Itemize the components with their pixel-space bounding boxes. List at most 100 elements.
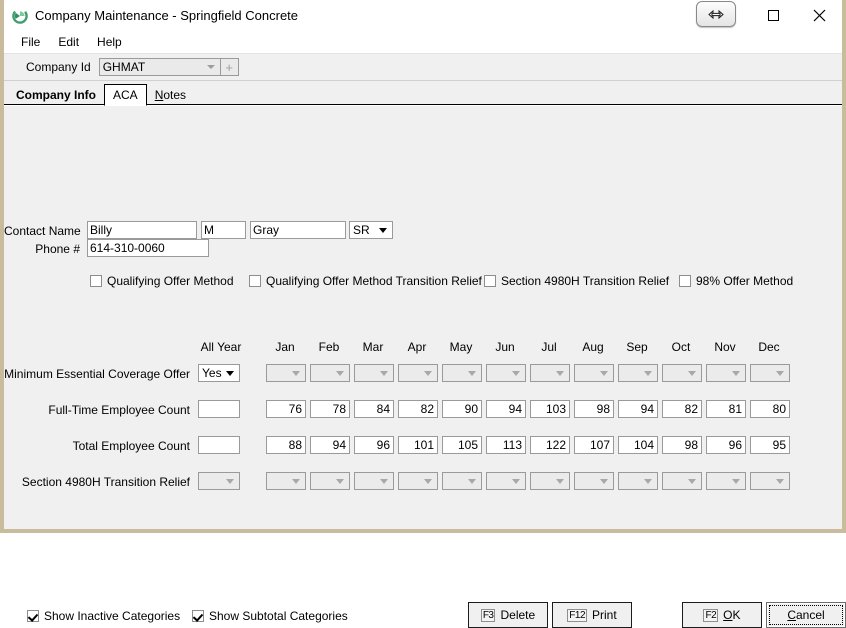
tot-all-year-input[interactable] bbox=[198, 436, 240, 454]
checkbox-box bbox=[90, 275, 102, 287]
tot-apr-input[interactable]: 101 bbox=[398, 436, 438, 454]
phone-input[interactable]: 614-310-0060 bbox=[87, 239, 209, 257]
chevron-down-icon bbox=[732, 479, 740, 484]
mec-jul-combo[interactable] bbox=[530, 364, 570, 382]
chevron-down-icon bbox=[688, 479, 696, 484]
chevron-down-icon bbox=[776, 479, 784, 484]
mec-feb-combo[interactable] bbox=[310, 364, 350, 382]
ft-jun-input[interactable]: 94 bbox=[486, 400, 526, 418]
delete-button[interactable]: F3 Delete bbox=[468, 602, 548, 628]
s4980h-sep-combo[interactable] bbox=[618, 472, 658, 490]
s4980h-all-year-combo[interactable] bbox=[198, 472, 240, 490]
tab-company-info[interactable]: Company Info bbox=[8, 84, 104, 105]
tot-aug-input[interactable]: 107 bbox=[574, 436, 614, 454]
contact-first-name-input[interactable]: Billy bbox=[87, 221, 197, 239]
mec-all-year-combo[interactable]: Yes bbox=[198, 364, 240, 382]
contact-suffix-value: SR bbox=[353, 223, 370, 237]
chevron-down-icon bbox=[380, 479, 388, 484]
tot-dec-input[interactable]: 95 bbox=[750, 436, 790, 454]
checkbox-show-inactive-categories[interactable]: Show Inactive Categories bbox=[27, 609, 180, 623]
s4980h-jan-combo[interactable] bbox=[266, 472, 306, 490]
chevron-down-icon bbox=[380, 371, 388, 376]
s4980h-dec-combo[interactable] bbox=[750, 472, 790, 490]
tot-oct-input[interactable]: 98 bbox=[662, 436, 702, 454]
checkbox-qualifying-offer-method-transition-relief[interactable]: Qualifying Offer Method Transition Relie… bbox=[249, 274, 482, 288]
ft-all-year-input[interactable] bbox=[198, 400, 240, 418]
s4980h-jun-combo[interactable] bbox=[486, 472, 526, 490]
s4980h-may-combo[interactable] bbox=[442, 472, 482, 490]
s4980h-jul-combo[interactable] bbox=[530, 472, 570, 490]
company-id-combo[interactable]: GHMAT bbox=[99, 58, 221, 76]
row-label-section-4980h-transition-relief: Section 4980H Transition Relief bbox=[4, 475, 190, 489]
mec-oct-combo[interactable] bbox=[662, 364, 702, 382]
add-company-button[interactable]: + bbox=[221, 58, 239, 76]
mec-dec-combo[interactable] bbox=[750, 364, 790, 382]
contact-last-name-input[interactable]: Gray bbox=[250, 221, 346, 239]
s4980h-feb-combo[interactable] bbox=[310, 472, 350, 490]
ft-jul-input[interactable]: 103 bbox=[530, 400, 570, 418]
ft-may-input[interactable]: 90 bbox=[442, 400, 482, 418]
tab-aca[interactable]: ACA bbox=[104, 84, 147, 106]
s4980h-nov-combo[interactable] bbox=[706, 472, 746, 490]
checkbox-label: Section 4980H Transition Relief bbox=[501, 274, 669, 288]
s4980h-oct-combo[interactable] bbox=[662, 472, 702, 490]
mec-jan-combo[interactable] bbox=[266, 364, 306, 382]
tot-jun-input[interactable]: 113 bbox=[486, 436, 526, 454]
s4980h-apr-combo[interactable] bbox=[398, 472, 438, 490]
checkbox-section-4980h-transition-relief[interactable]: Section 4980H Transition Relief bbox=[484, 274, 669, 288]
ft-sep-input[interactable]: 94 bbox=[618, 400, 658, 418]
print-button[interactable]: F12 Print bbox=[552, 602, 632, 628]
ft-apr-input[interactable]: 82 bbox=[398, 400, 438, 418]
column-header-feb: Feb bbox=[307, 340, 351, 354]
close-button[interactable] bbox=[796, 0, 842, 31]
ft-oct-input[interactable]: 82 bbox=[662, 400, 702, 418]
checkbox-98-percent-offer-method[interactable]: 98% Offer Method bbox=[679, 274, 793, 288]
menu-edit[interactable]: Edit bbox=[49, 33, 88, 51]
checkbox-box bbox=[27, 610, 39, 622]
company-id-value: GHMAT bbox=[103, 60, 145, 74]
tot-jan-input[interactable]: 88 bbox=[266, 436, 306, 454]
tot-jul-input[interactable]: 122 bbox=[530, 436, 570, 454]
ft-mar-input[interactable]: 84 bbox=[354, 400, 394, 418]
s4980h-mar-combo[interactable] bbox=[354, 472, 394, 490]
menu-file[interactable]: File bbox=[12, 33, 49, 51]
tot-nov-input[interactable]: 96 bbox=[706, 436, 746, 454]
tot-may-input[interactable]: 105 bbox=[442, 436, 482, 454]
cancel-button[interactable]: Cancel bbox=[766, 602, 846, 628]
mec-sep-combo[interactable] bbox=[618, 364, 658, 382]
column-header-all-year: All Year bbox=[194, 340, 248, 354]
contact-suffix-combo[interactable]: SR bbox=[349, 221, 393, 239]
mec-aug-combo[interactable] bbox=[574, 364, 614, 382]
column-header-dec: Dec bbox=[747, 340, 791, 354]
chevron-down-icon bbox=[336, 479, 344, 484]
ok-button[interactable]: F2 OK bbox=[682, 602, 762, 628]
contact-middle-name-input[interactable]: M bbox=[201, 221, 246, 239]
ft-jan-input[interactable]: 76 bbox=[266, 400, 306, 418]
column-header-apr: Apr bbox=[395, 340, 439, 354]
ft-nov-input[interactable]: 81 bbox=[706, 400, 746, 418]
tot-mar-input[interactable]: 96 bbox=[354, 436, 394, 454]
menu-help[interactable]: Help bbox=[88, 33, 131, 51]
column-header-sep: Sep bbox=[615, 340, 659, 354]
mec-nov-combo[interactable] bbox=[706, 364, 746, 382]
checkbox-box bbox=[484, 275, 496, 287]
checkbox-show-subtotal-categories[interactable]: Show Subtotal Categories bbox=[192, 609, 348, 623]
chevron-down-icon bbox=[644, 371, 652, 376]
ft-feb-input[interactable]: 78 bbox=[310, 400, 350, 418]
maximize-button[interactable] bbox=[750, 0, 796, 31]
ft-dec-input[interactable]: 80 bbox=[750, 400, 790, 418]
s4980h-aug-combo[interactable] bbox=[574, 472, 614, 490]
tab-notes[interactable]: Notes bbox=[147, 84, 194, 105]
mec-jun-combo[interactable] bbox=[486, 364, 526, 382]
tot-sep-input[interactable]: 104 bbox=[618, 436, 658, 454]
application-window: Company Maintenance - Springfield Concre… bbox=[0, 0, 846, 533]
chevron-down-icon bbox=[600, 371, 608, 376]
tot-feb-input[interactable]: 94 bbox=[310, 436, 350, 454]
mec-apr-combo[interactable] bbox=[398, 364, 438, 382]
company-id-label: Company Id bbox=[26, 60, 91, 74]
ft-aug-input[interactable]: 98 bbox=[574, 400, 614, 418]
chevron-down-icon bbox=[732, 371, 740, 376]
mec-mar-combo[interactable] bbox=[354, 364, 394, 382]
checkbox-qualifying-offer-method[interactable]: Qualifying Offer Method bbox=[90, 274, 234, 288]
mec-may-combo[interactable] bbox=[442, 364, 482, 382]
